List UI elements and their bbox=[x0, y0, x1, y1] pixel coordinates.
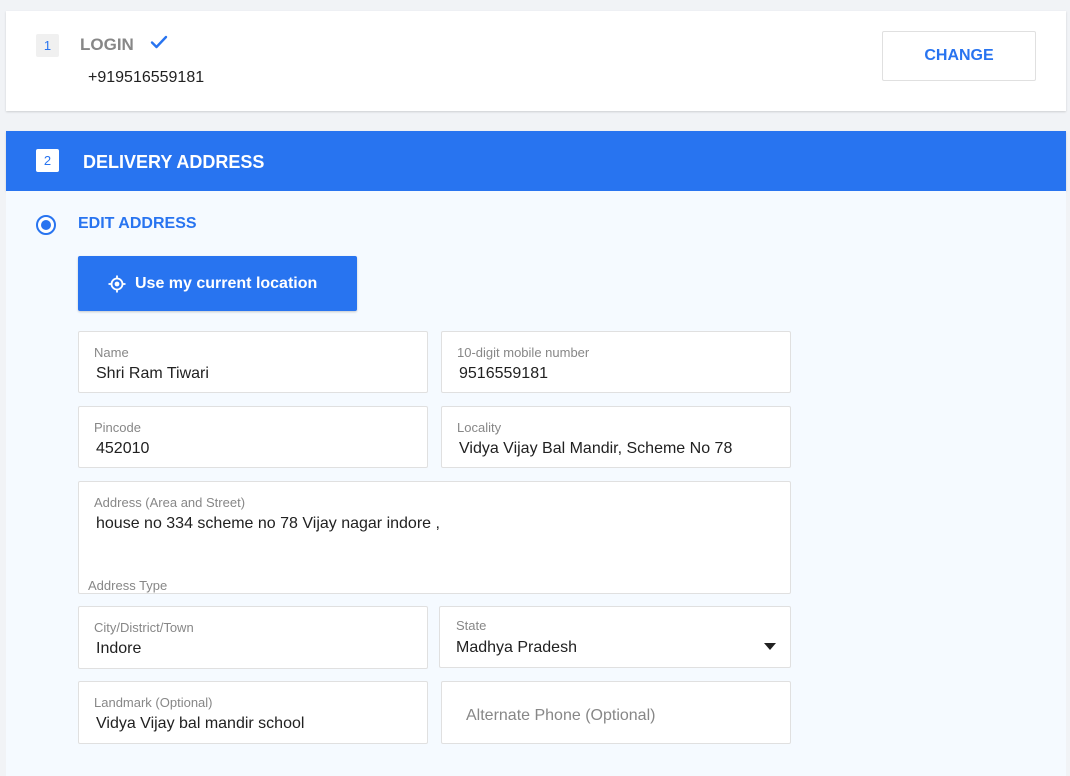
state-select[interactable]: State Madhya Pradesh bbox=[439, 606, 791, 668]
pincode-label: Pincode bbox=[94, 420, 141, 435]
address-value: house no 334 scheme no 78 Vijay nagar in… bbox=[96, 515, 440, 532]
mobile-value: 9516559181 bbox=[459, 365, 548, 382]
mobile-label: 10-digit mobile number bbox=[457, 345, 590, 360]
landmark-field[interactable]: Landmark (Optional) Vidya Vijay bal mand… bbox=[78, 681, 428, 744]
landmark-label: Landmark (Optional) bbox=[94, 695, 213, 710]
state-label: State bbox=[456, 618, 487, 633]
delivery-address-header: 2 DELIVERY ADDRESS bbox=[6, 131, 1066, 191]
name-value: Shri Ram Tiwari bbox=[96, 365, 209, 382]
change-button[interactable]: CHANGE bbox=[882, 31, 1036, 81]
address-label: Address (Area and Street) bbox=[94, 495, 246, 510]
name-label: Name bbox=[94, 345, 129, 360]
login-section: 1 LOGIN +919516559181 CHANGE bbox=[6, 11, 1066, 111]
address-type-label: Address Type bbox=[88, 578, 168, 593]
edit-address-radio[interactable] bbox=[36, 215, 56, 235]
radio-selected-dot bbox=[41, 220, 51, 230]
chevron-down-icon[interactable] bbox=[764, 643, 776, 650]
pincode-field[interactable]: Pincode 452010 bbox=[78, 406, 428, 468]
location-crosshair-icon bbox=[108, 275, 126, 292]
login-title: LOGIN bbox=[80, 35, 134, 54]
edit-address-label: EDIT ADDRESS bbox=[78, 215, 197, 232]
city-value: Indore bbox=[96, 640, 142, 657]
mobile-field[interactable]: 10-digit mobile number 9516559181 bbox=[441, 331, 791, 393]
landmark-value: Vidya Vijay bal mandir school bbox=[96, 715, 305, 732]
locality-field[interactable]: Locality Vidya Vijay Bal Mandir, Scheme … bbox=[441, 406, 791, 468]
delivery-step-number: 2 bbox=[36, 149, 59, 172]
login-step-number: 1 bbox=[36, 34, 59, 57]
locality-value: Vidya Vijay Bal Mandir, Scheme No 78 bbox=[459, 440, 733, 457]
use-current-location-button[interactable]: Use my current location bbox=[78, 256, 357, 311]
city-label: City/District/Town bbox=[94, 620, 194, 635]
use-current-location-label: Use my current location bbox=[135, 274, 318, 292]
pincode-value: 452010 bbox=[96, 440, 150, 457]
alternate-phone-placeholder: Alternate Phone (Optional) bbox=[466, 707, 656, 724]
locality-label: Locality bbox=[457, 420, 502, 435]
check-icon bbox=[150, 35, 168, 49]
alternate-phone-field[interactable]: Alternate Phone (Optional) bbox=[441, 681, 791, 744]
login-phone: +919516559181 bbox=[88, 69, 205, 86]
delivery-title: DELIVERY ADDRESS bbox=[83, 152, 265, 172]
city-field[interactable]: City/District/Town Indore bbox=[78, 606, 428, 669]
state-value: Madhya Pradesh bbox=[456, 639, 577, 656]
name-field[interactable]: Name Shri Ram Tiwari bbox=[78, 331, 428, 393]
address-textarea[interactable]: Address (Area and Street) house no 334 s… bbox=[78, 481, 791, 594]
